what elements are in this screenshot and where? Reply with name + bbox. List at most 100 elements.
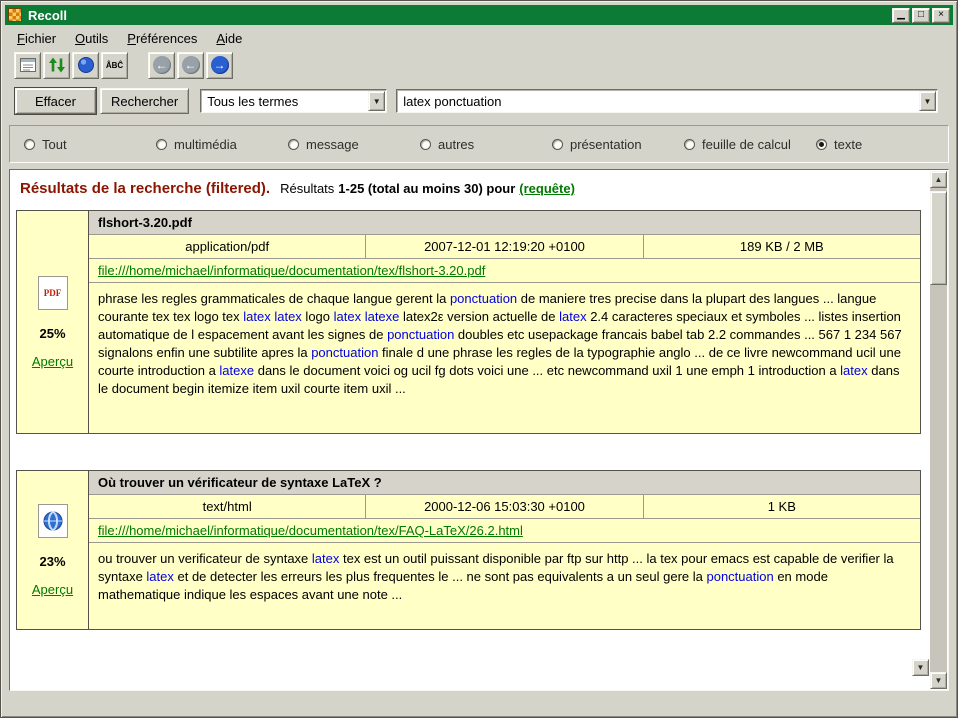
filter-label: Tout	[42, 137, 67, 152]
result-leftcol: 23% Aperçu	[17, 471, 89, 629]
result-mime: application/pdf	[89, 235, 366, 258]
radio-icon[interactable]	[24, 139, 35, 150]
update-index-icon	[48, 56, 66, 74]
preview-link[interactable]: Aperçu	[32, 582, 73, 597]
next-page-icon: →	[211, 56, 229, 74]
result-url-link[interactable]: file:///home/michael/informatique/docume…	[98, 523, 523, 538]
vertical-scrollbar[interactable]: ▲ ▼	[930, 171, 947, 689]
search-button[interactable]: Rechercher	[100, 88, 189, 114]
page-nav-group: ← ← →	[148, 52, 233, 79]
window-title: Recoll	[28, 8, 886, 23]
radio-icon[interactable]	[552, 139, 563, 150]
next-page-button[interactable]: →	[206, 52, 233, 79]
titlebar[interactable]: Recoll ▁ □ ×	[5, 5, 953, 25]
results-frame: Résultats de la recherche (filtered). Rés…	[9, 169, 949, 691]
radio-icon[interactable]	[420, 139, 431, 150]
recoll-app-icon	[8, 8, 22, 22]
scrollbar-thumb[interactable]	[930, 191, 947, 285]
search-mode-select[interactable]: Tous les termes ▼	[200, 89, 387, 113]
globe-icon	[77, 56, 95, 74]
first-page-icon: ←	[153, 56, 171, 74]
filter-feuille-de-calcul[interactable]: feuille de calcul	[684, 137, 816, 152]
filter-texte[interactable]: texte	[816, 137, 862, 152]
results-title: Résultats de la recherche (filtered).	[20, 180, 270, 197]
menubar: Fichier Outils Préférences Aide	[5, 27, 953, 49]
search-mode-value: Tous les termes	[201, 94, 368, 109]
menu-outils[interactable]: Outils	[72, 29, 111, 48]
result-table: flshort-3.20.pdf application/pdf 2007-12…	[89, 211, 920, 433]
toolbar: ÂBĈ ← ← →	[5, 49, 953, 81]
result-card: 23% Aperçu Où trouver un vérificateur de…	[16, 470, 921, 630]
filter-message[interactable]: message	[288, 137, 420, 152]
result-date: 2007-12-01 12:19:20 +0100	[366, 235, 643, 258]
close-button[interactable]: ×	[932, 8, 950, 23]
radio-icon[interactable]	[156, 139, 167, 150]
chevron-down-icon[interactable]: ▼	[368, 91, 385, 111]
maximize-button[interactable]: □	[912, 8, 930, 23]
filter-tout[interactable]: Tout	[24, 137, 156, 152]
filter-row: Tout multimédia message autres présentat…	[9, 125, 949, 163]
menu-preferences[interactable]: Préférences	[124, 29, 200, 48]
result-size: 1 KB	[644, 495, 920, 518]
result-meta-row: text/html 2000-12-06 15:03:30 +0100 1 KB	[89, 495, 920, 519]
query-details-link[interactable]: (requête)	[519, 181, 575, 196]
radio-icon[interactable]	[684, 139, 695, 150]
results-list: Résultats de la recherche (filtered). Rés…	[11, 171, 929, 689]
filter-multimedia[interactable]: multimédia	[156, 137, 288, 152]
result-url-row: file:///home/michael/informatique/docume…	[89, 519, 920, 543]
prev-page-icon: ←	[182, 56, 200, 74]
filter-presentation[interactable]: présentation	[552, 137, 684, 152]
globe-icon	[38, 504, 68, 538]
update-index-button[interactable]	[43, 52, 70, 79]
preview-link[interactable]: Aperçu	[32, 354, 73, 369]
query-config-button[interactable]	[72, 52, 99, 79]
results-count: Résultats	[280, 181, 334, 196]
results-count-range: 1-25 (total au moins 30) pour	[338, 181, 515, 196]
result-title: Où trouver un vérificateur de syntaxe La…	[89, 471, 920, 495]
filter-label: multimédia	[174, 137, 237, 152]
first-page-button[interactable]: ←	[148, 52, 175, 79]
clear-search-button[interactable]	[14, 52, 41, 79]
result-card: PDF 25% Aperçu flshort-3.20.pdf applicat…	[16, 210, 921, 434]
minimize-button[interactable]: ▁	[892, 8, 910, 23]
menu-aide[interactable]: Aide	[213, 29, 245, 48]
result-mime: text/html	[89, 495, 366, 518]
filter-label: message	[306, 137, 359, 152]
query-input-value[interactable]: latex ponctuation	[397, 94, 919, 109]
scroll-down-icon[interactable]: ▼	[930, 672, 947, 689]
relevance-percent: 25%	[39, 326, 65, 341]
filter-label: présentation	[570, 137, 642, 152]
result-cards: PDF 25% Aperçu flshort-3.20.pdf applicat…	[16, 210, 921, 630]
filter-label: feuille de calcul	[702, 137, 791, 152]
clear-search-icon	[19, 56, 37, 74]
filter-label: autres	[438, 137, 474, 152]
clear-button[interactable]: Effacer	[15, 88, 96, 114]
result-url-row: file:///home/michael/informatique/docume…	[89, 259, 920, 283]
result-snippet: ou trouver un verificateur de syntaxe la…	[89, 543, 920, 629]
search-row: Effacer Rechercher Tous les termes ▼ lat…	[5, 85, 953, 117]
result-table: Où trouver un vérificateur de syntaxe La…	[89, 471, 920, 629]
recoll-window: Recoll ▁ □ × Fichier Outils Préférences …	[0, 0, 958, 718]
radio-icon[interactable]	[288, 139, 299, 150]
filter-label: texte	[834, 137, 862, 152]
result-leftcol: PDF 25% Aperçu	[17, 211, 89, 433]
prev-page-button[interactable]: ←	[177, 52, 204, 79]
result-date: 2000-12-06 15:03:30 +0100	[366, 495, 643, 518]
inner-scroll-down-icon[interactable]: ▼	[912, 659, 929, 676]
relevance-percent: 23%	[39, 554, 65, 569]
chevron-down-icon[interactable]: ▼	[919, 91, 936, 111]
pdf-icon: PDF	[38, 276, 68, 310]
result-meta-row: application/pdf 2007-12-01 12:19:20 +010…	[89, 235, 920, 259]
result-title: flshort-3.20.pdf	[89, 211, 920, 235]
filter-autres[interactable]: autres	[420, 137, 552, 152]
result-snippet: phrase les regles grammaticales de chaqu…	[89, 283, 920, 433]
scroll-up-icon[interactable]: ▲	[930, 171, 947, 188]
results-header: Résultats de la recherche (filtered). Rés…	[11, 171, 929, 197]
result-size: 189 KB / 2 MB	[644, 235, 920, 258]
term-explorer-icon: ÂBĈ	[106, 61, 123, 70]
query-input[interactable]: latex ponctuation ▼	[396, 89, 938, 113]
result-url-link[interactable]: file:///home/michael/informatique/docume…	[98, 263, 485, 278]
radio-icon[interactable]	[816, 139, 827, 150]
term-explorer-button[interactable]: ÂBĈ	[101, 52, 128, 79]
menu-fichier[interactable]: Fichier	[14, 29, 59, 48]
